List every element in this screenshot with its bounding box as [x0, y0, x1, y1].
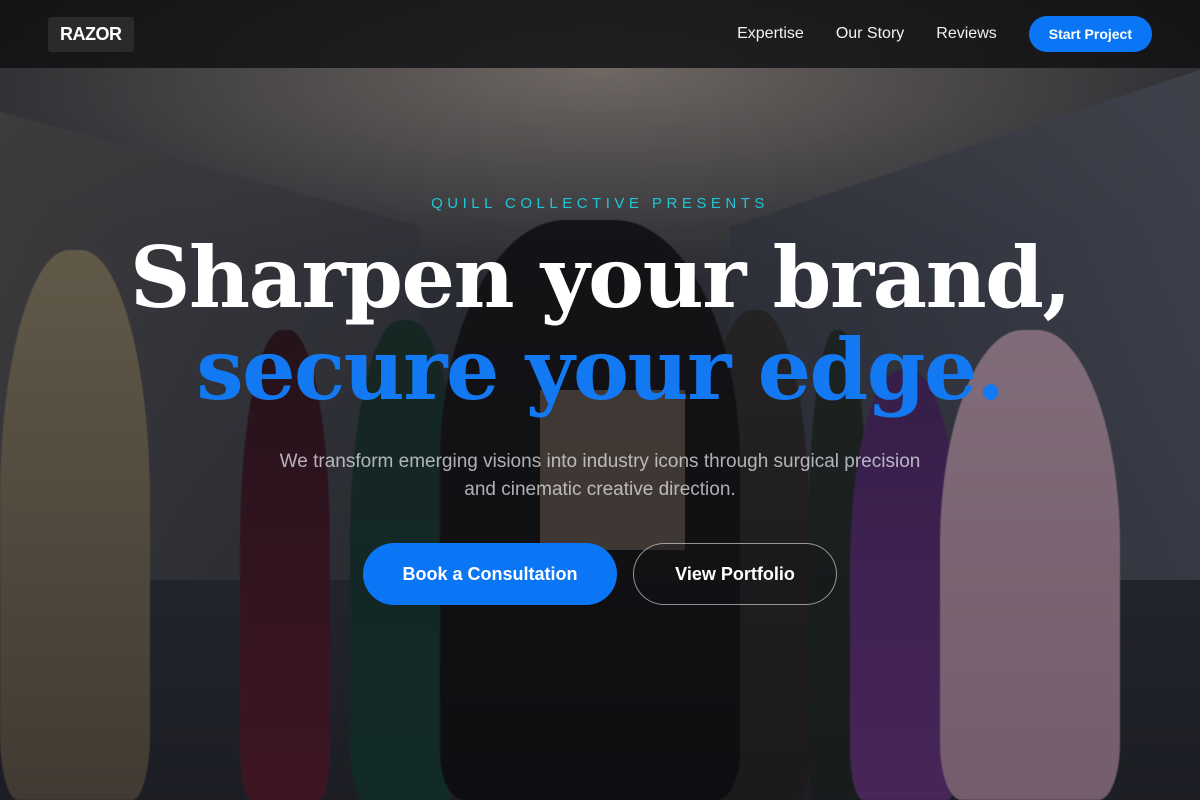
hero-subtitle: We transform emerging visions into indus…	[279, 451, 921, 500]
book-consultation-button[interactable]: Book a Consultation	[363, 543, 617, 605]
headline-line-2: secure your edge.	[196, 320, 1005, 419]
headline-line-1: Sharpen your brand,	[129, 228, 1072, 327]
nav-link-our-story[interactable]: Our Story	[836, 25, 904, 43]
view-portfolio-button[interactable]: View Portfolio	[633, 543, 837, 605]
main-nav: Expertise Our Story Reviews Start Projec…	[737, 16, 1152, 52]
hero-eyebrow: QUILL COLLECTIVE PRESENTS	[431, 195, 769, 212]
hero-section: QUILL COLLECTIVE PRESENTS Sharpen your b…	[0, 0, 1200, 800]
brand-logo[interactable]: RAZOR	[48, 16, 134, 52]
hero-headline: Sharpen your brand, secure your edge.	[0, 232, 1200, 416]
hero-cta-row: Book a Consultation View Portfolio	[0, 543, 1200, 605]
start-project-button[interactable]: Start Project	[1028, 16, 1152, 52]
top-navbar: RAZOR Expertise Our Story Reviews Start …	[0, 0, 1200, 68]
nav-link-reviews[interactable]: Reviews	[936, 25, 996, 43]
nav-link-expertise[interactable]: Expertise	[737, 25, 804, 43]
